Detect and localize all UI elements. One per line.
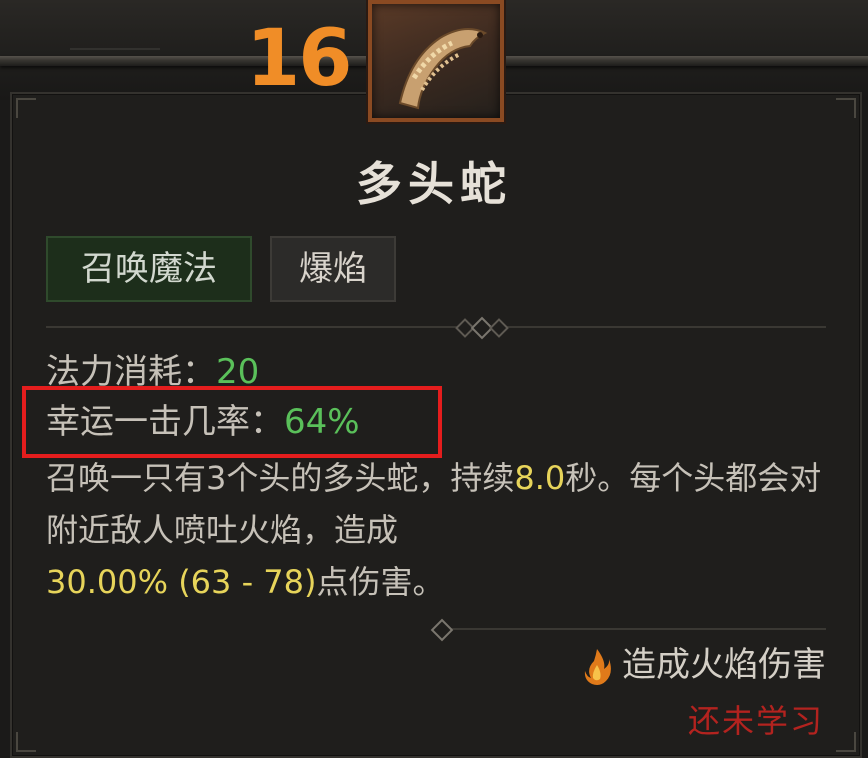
corner-ornament [16, 98, 36, 118]
skill-description: 召唤一只有3个头的多头蛇，持续8.0秒。每个头都会对附近敌人喷吐火焰，造成 30.… [46, 452, 836, 608]
hydra-icon [398, 28, 488, 110]
desc-damage: 30.00% (63 - 78) [46, 563, 317, 601]
corner-ornament [16, 732, 36, 752]
hydra-skill-icon[interactable] [368, 0, 504, 122]
corner-ornament [836, 98, 856, 118]
corner-ornament [836, 732, 856, 752]
desc-duration: 8.0 [514, 459, 566, 497]
skill-level: 16 [246, 14, 353, 104]
desc-text: 点伤害。 [316, 563, 445, 601]
flame-icon [584, 648, 611, 685]
rail-ornament [70, 8, 160, 50]
tag-summoning: 召唤魔法 [46, 236, 252, 302]
tag-pyromancy: 爆焰 [270, 236, 396, 302]
damage-type-row: 造成火焰伤害 [582, 640, 826, 690]
not-learned-status: 还未学习 [687, 702, 824, 740]
skill-name: 多头蛇 [356, 157, 512, 211]
footer-divider [430, 618, 826, 642]
section-divider [46, 316, 826, 340]
lucky-hit-value: 64% [284, 402, 360, 442]
lucky-hit-label: 幸运一击几率： [46, 402, 284, 442]
damage-type-label: 造成火焰伤害 [622, 645, 826, 685]
desc-text: 召唤一只有3个头的多头蛇，持续 [46, 459, 515, 497]
lucky-hit-row: 幸运一击几率：64% [46, 400, 360, 444]
